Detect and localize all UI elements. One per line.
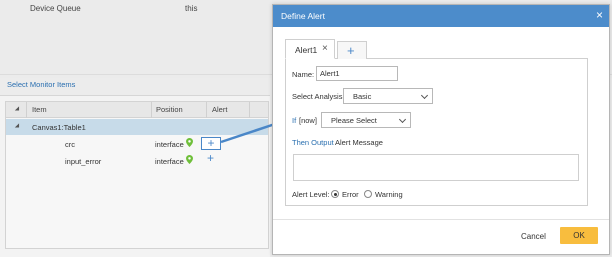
monitor-items-grid: Item Position Alert Canvas1:Table1 crc i… [5,101,269,249]
condition-select-value: Please Select [331,116,377,125]
dialog-footer-divider [273,219,609,220]
dialog-title: Define Alert [281,11,325,21]
column-header-position[interactable]: Position [156,105,183,114]
radio-error-label[interactable]: Error [342,190,359,199]
if-suffix: [now] [299,116,317,125]
analysis-label: Select Analysis [292,92,343,101]
ok-button[interactable]: OK [560,227,598,244]
if-keyword: If [292,116,297,125]
radio-warning-label[interactable]: Warning [375,190,403,199]
add-alert-button[interactable]: + [201,137,221,150]
group-row-label: Canvas1:Table1 [32,123,86,132]
ok-button-label: OK [573,231,585,240]
alert-tabs: Alert1 × + [285,39,588,59]
row-position: interface [155,157,184,166]
chevron-down-icon [398,115,407,124]
group-row[interactable]: Canvas1:Table1 [6,119,268,135]
analysis-select-value: Basic [353,92,372,101]
column-header-alert[interactable]: Alert [212,105,227,114]
name-input[interactable] [316,66,398,81]
add-tab-button[interactable]: + [337,41,367,59]
device-queue-value: this [185,4,198,13]
tab-label: Alert1 [295,45,318,55]
plus-icon: + [347,43,355,58]
dialog-header: Define Alert × [273,5,609,27]
column-header-item[interactable]: Item [32,105,47,114]
map-pin-icon [186,138,193,147]
chevron-down-icon [420,91,429,100]
condition-select[interactable]: Please Select [321,112,411,128]
row-item: input_error [65,157,102,166]
close-icon[interactable]: × [596,8,603,22]
alert-message-input[interactable] [293,154,579,181]
tab-alert1[interactable]: Alert1 × [285,39,335,59]
collapse-icon[interactable] [14,123,22,130]
column-separator [249,102,250,118]
alert-level-label: Alert Level: [292,190,330,199]
alert-message-label: Alert Message [335,138,383,147]
close-icon[interactable]: × [322,43,328,54]
expand-all-icon[interactable] [14,106,22,113]
add-alert-button[interactable]: + [207,152,214,164]
column-separator [206,102,207,118]
section-title: Select Monitor Items [7,80,76,89]
row-position: interface [155,140,184,149]
then-output-keyword: Then Output [292,138,334,147]
map-pin-icon [186,155,193,164]
define-alert-dialog: Define Alert × Alert1 × + Name: Select A… [272,4,610,255]
table-row[interactable]: crc interface [6,136,268,152]
row-item: crc [65,140,75,149]
radio-error[interactable] [331,190,339,198]
device-queue-label: Device Queue [30,4,81,13]
radio-selected-dot [333,192,337,196]
analysis-select[interactable]: Basic [343,88,433,104]
table-row[interactable]: input_error interface [6,153,268,169]
cancel-button[interactable]: Cancel [521,232,546,241]
name-label: Name: [292,70,315,79]
column-separator [151,102,152,118]
alert-form: Name: Select Analysis Basic If [now] Ple… [285,59,588,206]
column-separator [26,102,27,118]
radio-warning[interactable] [364,190,372,198]
grid-header: Item Position Alert [6,102,268,118]
